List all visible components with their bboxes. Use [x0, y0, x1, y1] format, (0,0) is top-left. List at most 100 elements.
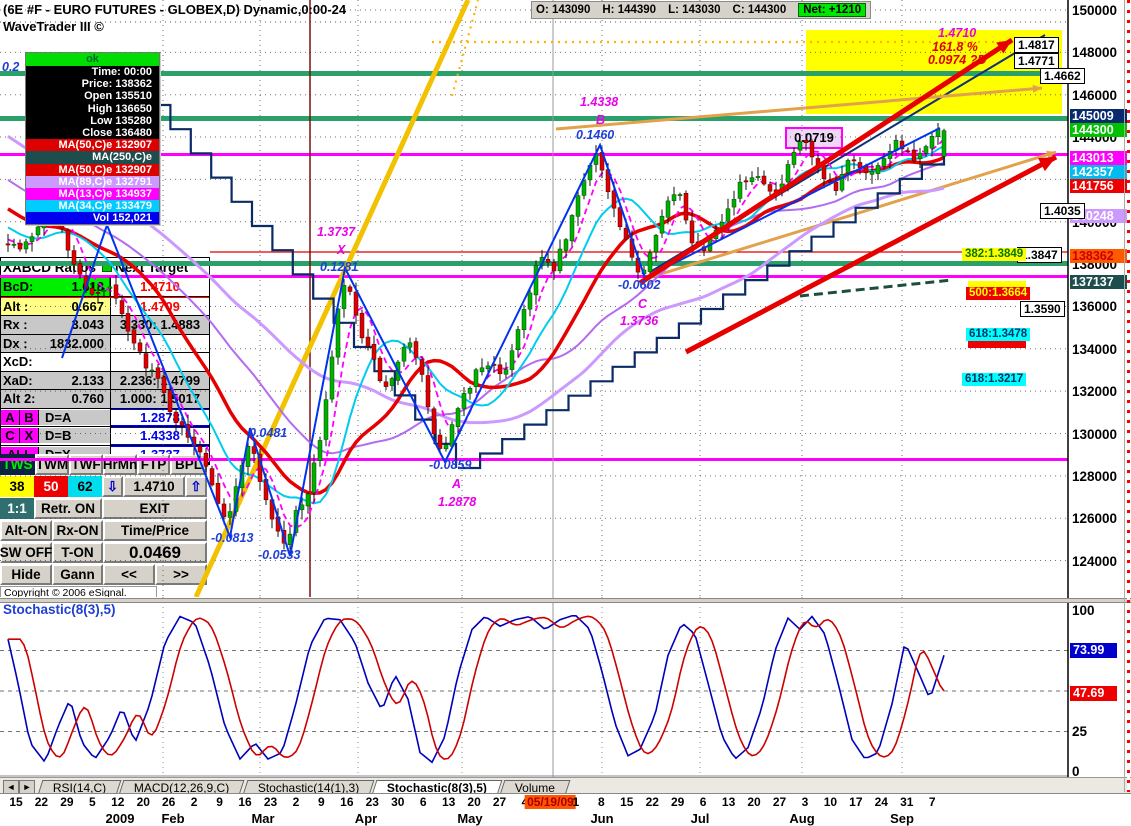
chart-annotation: 161.8 % [932, 40, 978, 54]
price-tick-label: 130000 [1072, 426, 1118, 442]
ma-legend-row: MA(50,C)e 132907 [26, 139, 159, 152]
price-badge: 141756 [1070, 179, 1129, 193]
fib-target-label: 382:1.3849 [962, 248, 1027, 261]
date-tick-label: 15 [9, 795, 23, 809]
watermark-text: WaveTrader III © [3, 19, 104, 34]
stochastic-study-label: Stochastic(8(3),5) [3, 602, 116, 617]
stochastic-chart-canvas[interactable] [0, 597, 1069, 777]
date-tick-label: 3 [801, 795, 809, 809]
date-tick-label: 24 [874, 795, 888, 809]
date-tick-label: 20 [467, 795, 481, 809]
chart-annotation: X [337, 243, 346, 257]
quote-field: C: 144300 [732, 4, 787, 16]
price-badge: 137137 [1070, 275, 1129, 289]
stochastic-axis: 100755025073.9947.69 [1069, 597, 1131, 779]
price-badge: 144300 [1070, 123, 1129, 137]
month-label: 2009 [105, 811, 135, 826]
data-window-status: ok [26, 53, 159, 66]
date-tick-label: 23 [263, 795, 278, 809]
month-label: May [457, 811, 483, 826]
ma-legend-row: MA(13,C)e 134937 [26, 187, 159, 201]
net-change-badge: Net: +1210 [798, 3, 867, 17]
month-label: Apr [354, 811, 378, 826]
price-tick-label: 134000 [1072, 341, 1118, 357]
quote-field: L: 143030 [668, 4, 721, 16]
ma-legend-row: MA(34,C)e 133479 [26, 200, 159, 213]
price-badge: 143013 [1070, 151, 1129, 165]
price-badge: 145009 [1070, 109, 1129, 123]
month-label: Sep [890, 811, 914, 826]
date-tick-label: 29 [60, 795, 74, 809]
chart-annotation: 0.1281 [320, 260, 359, 274]
price-tick-label: 136000 [1072, 299, 1118, 315]
chart-title-bar: (6E #F - EURO FUTURES - GLOBEX,D) Dynami… [0, 0, 1068, 20]
chart-annotation: 1.4710 [938, 26, 977, 40]
chart-annotation: C [638, 297, 648, 311]
chart-annotation: 0.2 [2, 60, 20, 74]
fib-target-label: 618:1.3217 [962, 373, 1027, 386]
tab-scroll-right-button[interactable]: ► [19, 780, 35, 794]
data-window-row: Low 135280 [26, 114, 159, 127]
panel-divider [0, 598, 1131, 603]
price-badge: 142357 [1070, 165, 1129, 179]
date-tick-label: 20 [136, 795, 150, 809]
date-tick-label: 8 [598, 795, 605, 809]
date-tick-label: 2 [292, 795, 300, 809]
date-tick-label: 12 [111, 795, 125, 809]
date-highlight-badge: 05/19/09 [525, 795, 576, 809]
price-axis: 1500001480001460001440001420001400001380… [1069, 0, 1131, 597]
date-tick-label: 9 [216, 795, 223, 809]
price-tick-label: 126000 [1072, 511, 1118, 527]
date-tick-label: 27 [772, 795, 787, 809]
tab-scroll-left-button[interactable]: ◄ [3, 780, 19, 794]
data-window-row: Close 136480 [26, 126, 159, 140]
date-tick-label: 13 [721, 795, 736, 809]
date-tick-label: 2 [190, 795, 198, 809]
date-tick-label: 31 [900, 795, 914, 809]
chart-annotation: 0.1460 [576, 128, 615, 142]
stochastic-value-badge: 73.99 [1070, 643, 1117, 658]
date-tick-label: 22 [34, 795, 49, 809]
quote-field: H: 144390 [602, 4, 657, 16]
data-window-row: Open 135510 [26, 90, 159, 103]
right-edge-marks [1127, 0, 1130, 792]
date-tick-label: 20 [747, 795, 761, 809]
chart-annotation: 1.3737 [317, 225, 356, 239]
price-tick-label: 150000 [1072, 3, 1118, 18]
chart-annotation: -0.0813 [211, 531, 254, 545]
stochastic-value-badge: 47.69 [1070, 686, 1117, 701]
data-window[interactable]: ok Time: 00:00 Price: 138362 Open 135510 Hi… [25, 52, 160, 226]
price-tick-label: 148000 [1072, 45, 1118, 61]
month-label: Feb [161, 811, 185, 826]
price-tick-label: 128000 [1072, 468, 1118, 484]
data-window-row: High 136650 [26, 102, 159, 115]
price-callout-box: 1.4035 [1040, 203, 1085, 219]
price-chart-canvas[interactable] [0, 0, 1069, 597]
month-label: Jul [690, 811, 710, 826]
month-label: Mar [251, 811, 275, 826]
price-tick-label: 132000 [1072, 384, 1118, 400]
stochastic-tick-label: 100 [1072, 603, 1095, 618]
date-tick-label: 7 [928, 795, 936, 809]
date-tick-label: 23 [365, 795, 379, 809]
ma-legend-row: Vol 152,021 [26, 212, 159, 225]
data-window-row: Time: 00:00 [26, 66, 159, 79]
month-label: Jun [590, 811, 614, 826]
price-callout-box: 1.4817 [1014, 37, 1059, 53]
chart-annotation: -0.0533 [258, 548, 301, 562]
date-tick-label: 22 [645, 795, 659, 809]
date-tick-label: 5 [89, 795, 96, 809]
fib-target-label: 618:1.3478 [966, 328, 1031, 341]
fib-label-strip [968, 341, 1026, 348]
chart-annotation: A [452, 477, 462, 491]
chart-annotation: 1.2878 [438, 495, 477, 509]
price-badge: 138362 [1070, 249, 1129, 263]
chart-annotation: 1.3736 [620, 314, 659, 328]
ma-legend-row: MA(250,C)e [26, 151, 159, 164]
chart-annotation: 0.0481 [249, 426, 288, 440]
date-tick-label: 16 [340, 795, 354, 809]
ma-legend-row: MA(50,C)e 132907 [26, 163, 159, 176]
chart-annotation: 0.0974 ?D [928, 53, 987, 67]
study-tab-bar: ◄ ► RSI(14,C) MACD(12,26,9,C) Stochastic(1… [0, 777, 1131, 795]
price-callout-box: 1.4662 [1040, 68, 1085, 84]
